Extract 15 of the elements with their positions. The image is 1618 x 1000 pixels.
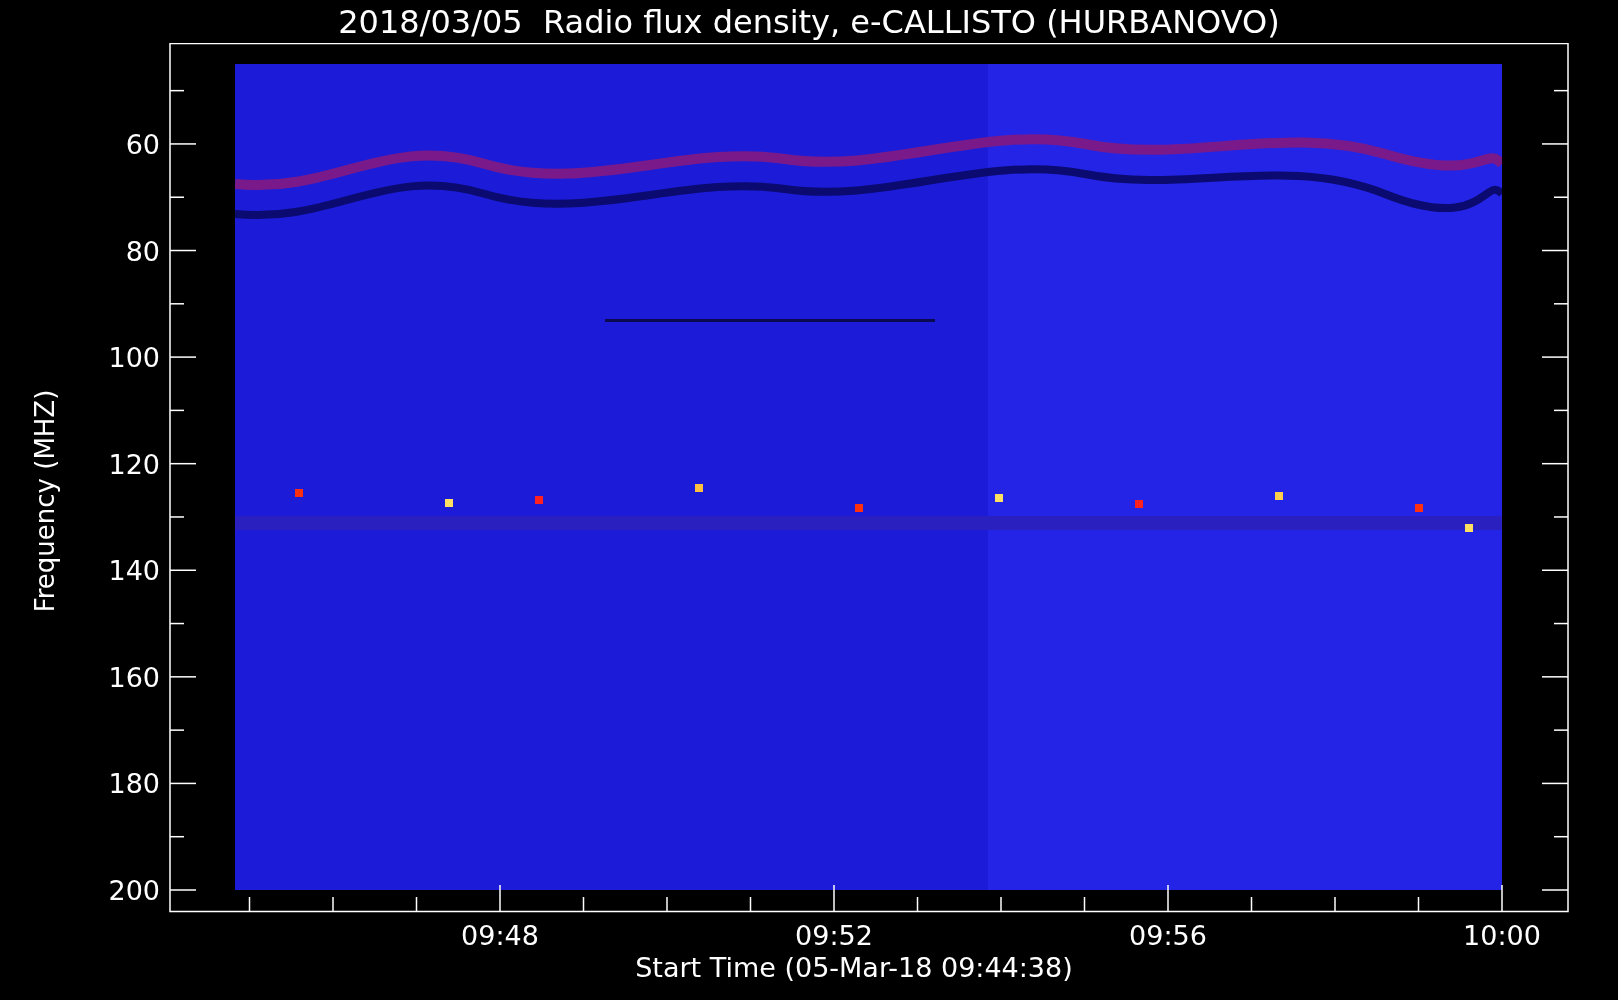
y-tick-label: 120 <box>108 448 160 480</box>
y-tick-label: 100 <box>108 342 160 374</box>
x-tick-label: 09:56 <box>1129 920 1207 951</box>
y-tick-label: 60 <box>125 128 160 160</box>
x-tick-label: 10:00 <box>1463 920 1541 951</box>
y-tick-label: 160 <box>108 661 160 693</box>
y-axis-title: Frequency (MHZ) <box>32 389 58 612</box>
y-tick-label: 140 <box>108 555 160 587</box>
y-tick-label: 200 <box>108 875 160 906</box>
x-tick-label: 09:52 <box>795 920 873 951</box>
x-axis-title: Start Time (05-Mar-18 09:44:38) <box>635 954 1073 981</box>
chart-title: 2018/03/05 Radio flux density, e-CALLISTO (HURBANOVO) <box>338 5 1280 38</box>
y-tick-label: 180 <box>108 768 160 800</box>
y-tick-label: 80 <box>125 235 160 267</box>
x-tick-label: 09:48 <box>461 920 539 951</box>
